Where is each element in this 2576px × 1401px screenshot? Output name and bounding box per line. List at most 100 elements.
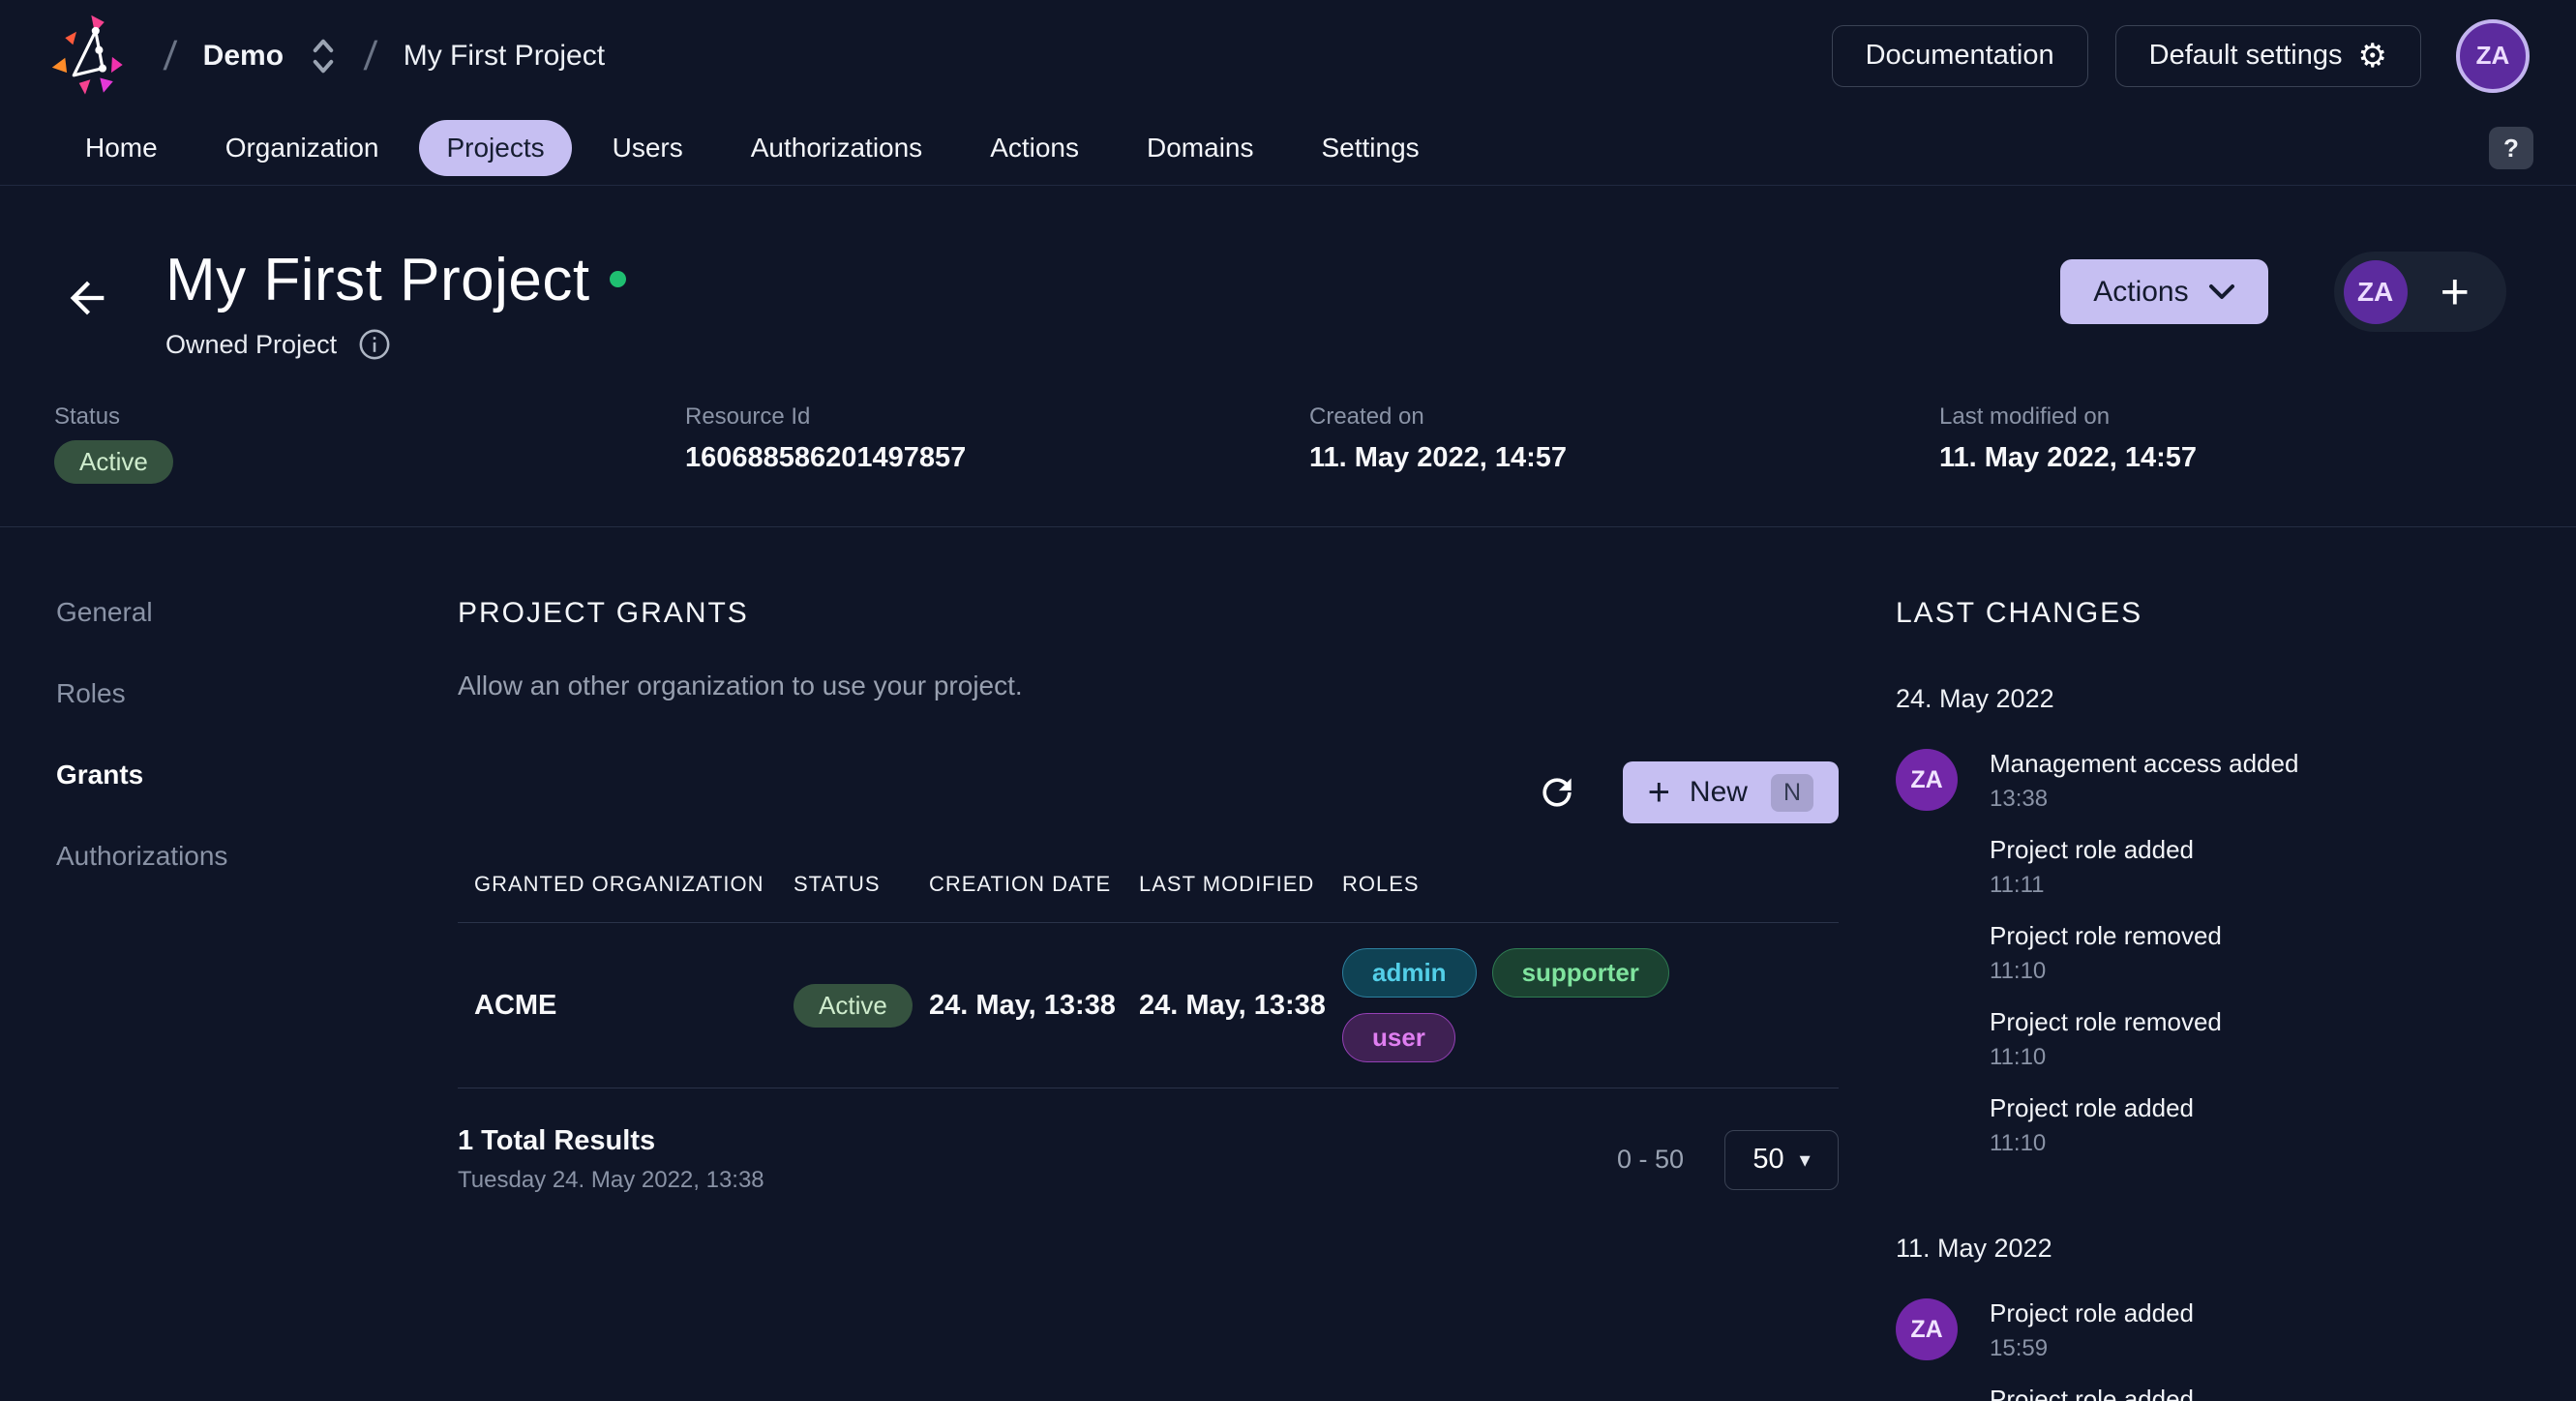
meta-value: 11. May 2022, 14:57 xyxy=(1939,442,2197,474)
title-block: My First Project Owned Project xyxy=(165,246,626,361)
change-author-avatar[interactable]: ZA xyxy=(1896,1298,1958,1360)
change-event-title: Project role added xyxy=(1990,835,2298,865)
meta-row: Status Active Resource Id 16068858620149… xyxy=(0,361,2576,484)
sidebar-item-grants[interactable]: Grants xyxy=(56,760,458,790)
change-event[interactable]: Management access added 13:38 xyxy=(1990,749,2298,813)
tab-domains[interactable]: Domains xyxy=(1120,120,1280,176)
change-event-time: 13:38 xyxy=(1990,786,2298,813)
meta-field-last-modified: Last modified on 11. May 2022, 14:57 xyxy=(1939,403,2197,484)
total-results-timestamp: Tuesday 24. May 2022, 13:38 xyxy=(458,1167,764,1194)
tab-organization[interactable]: Organization xyxy=(198,120,406,176)
plus-icon: + xyxy=(1648,773,1670,812)
change-event-title: Project role removed xyxy=(1990,921,2298,951)
breadcrumb-project[interactable]: My First Project xyxy=(404,40,605,73)
info-icon[interactable] xyxy=(358,328,391,361)
column-header-status: STATUS xyxy=(794,872,929,897)
change-event[interactable]: Project role removed 11:10 xyxy=(1990,1007,2298,1071)
grants-title: PROJECT GRANTS xyxy=(458,597,1839,630)
contributor-avatar[interactable]: ZA xyxy=(2344,260,2408,324)
totals-block: 1 Total Results Tuesday 24. May 2022, 13… xyxy=(458,1125,764,1194)
changes-group: 24. May 2022 ZA Management access added … xyxy=(1896,684,2537,1179)
grants-table-header: GRANTED ORGANIZATION STATUS CREATION DAT… xyxy=(458,872,1839,923)
column-header-creation-date: CREATION DATE xyxy=(929,872,1139,897)
sidebar-item-roles[interactable]: Roles xyxy=(56,678,458,709)
grants-description: Allow an other organization to use your … xyxy=(458,671,1839,701)
change-event-time: 11:10 xyxy=(1990,1130,2298,1157)
page-size-select[interactable]: 50 ▾ xyxy=(1724,1130,1839,1190)
changes-event-list: Project role added 15:59 Project role ad… xyxy=(1990,1298,2194,1401)
help-button[interactable]: ? xyxy=(2489,127,2533,169)
column-header-roles: ROLES xyxy=(1342,872,1839,897)
change-event-time: 11:10 xyxy=(1990,1044,2298,1071)
role-chip-admin: admin xyxy=(1342,948,1477,998)
column-header-granted-organization: GRANTED ORGANIZATION xyxy=(474,872,794,897)
meta-label: Last modified on xyxy=(1939,403,2197,431)
status-badge: Active xyxy=(794,984,913,1028)
avatar-initials: ZA xyxy=(2357,277,2393,308)
role-chip-supporter: supporter xyxy=(1492,948,1669,998)
role-chip-user: user xyxy=(1342,1013,1455,1062)
org-switcher-unfold-icon[interactable] xyxy=(309,37,338,75)
new-label: New xyxy=(1690,776,1748,809)
page-header: My First Project Owned Project Actions Z… xyxy=(0,186,2576,361)
change-event[interactable]: Project role added 11:10 xyxy=(1990,1093,2298,1157)
grant-table-row[interactable]: ACME Active 24. May, 13:38 24. May, 13:3… xyxy=(458,923,1839,1088)
add-contributor-button[interactable]: + xyxy=(2441,267,2470,317)
avatar-initials: ZA xyxy=(1910,766,1942,794)
help-icon: ? xyxy=(2503,134,2519,164)
change-event-title: Project role added xyxy=(1990,1298,2194,1328)
actions-label: Actions xyxy=(2093,276,2188,309)
avatar-initials: ZA xyxy=(1910,1316,1942,1344)
change-event[interactable]: Project role added 15:59 xyxy=(1990,1298,2194,1362)
table-footer: 1 Total Results Tuesday 24. May 2022, 13… xyxy=(458,1125,1839,1194)
last-changes-panel: LAST CHANGES 24. May 2022 ZA Management … xyxy=(1839,597,2576,1401)
contributors-pill: ZA + xyxy=(2334,252,2506,332)
last-changes-title: LAST CHANGES xyxy=(1896,597,2537,630)
breadcrumb-separator: / xyxy=(363,33,379,79)
meta-value: 160688586201497857 xyxy=(685,442,1309,474)
tab-actions[interactable]: Actions xyxy=(963,120,1106,176)
cell-last-modified: 24. May, 13:38 xyxy=(1139,990,1342,1022)
change-author-avatar[interactable]: ZA xyxy=(1896,749,1958,811)
user-avatar[interactable]: ZA xyxy=(2456,19,2530,93)
breadcrumb-org[interactable]: Demo xyxy=(203,40,284,73)
meta-field-status: Status Active xyxy=(54,403,685,484)
keyboard-shortcut-badge: N xyxy=(1771,774,1813,812)
tab-home[interactable]: Home xyxy=(58,120,185,176)
sidebar-item-authorizations[interactable]: Authorizations xyxy=(56,841,458,872)
tab-authorizations[interactable]: Authorizations xyxy=(724,120,949,176)
change-event[interactable]: Project role added 15:59 xyxy=(1990,1385,2194,1401)
avatar-initials: ZA xyxy=(2476,41,2510,71)
meta-field-created-on: Created on 11. May 2022, 14:57 xyxy=(1309,403,1939,484)
refresh-icon[interactable] xyxy=(1536,771,1578,814)
caret-down-icon: ▾ xyxy=(1800,1148,1811,1173)
tab-projects[interactable]: Projects xyxy=(419,120,571,176)
tab-settings[interactable]: Settings xyxy=(1295,120,1447,176)
tab-users[interactable]: Users xyxy=(585,120,710,176)
sidebar-item-general[interactable]: General xyxy=(56,597,458,628)
meta-field-resource-id: Resource Id 160688586201497857 xyxy=(685,403,1309,484)
zitadel-logo-icon[interactable] xyxy=(50,13,137,100)
default-settings-button[interactable]: Default settings ⚙ xyxy=(2115,25,2421,87)
section-sidebar: General Roles Grants Authorizations xyxy=(0,597,458,1401)
changes-avatar-column: ZA xyxy=(1896,749,1990,1179)
change-event[interactable]: Project role removed 11:10 xyxy=(1990,921,2298,985)
column-header-last-modified: LAST MODIFIED xyxy=(1139,872,1342,897)
documentation-button[interactable]: Documentation xyxy=(1832,25,2088,87)
page-title: My First Project xyxy=(165,246,590,314)
changes-event-list: Management access added 13:38 Project ro… xyxy=(1990,749,2298,1179)
change-event-title: Project role removed xyxy=(1990,1007,2298,1037)
back-arrow-icon[interactable] xyxy=(62,273,112,323)
change-event-time: 11:11 xyxy=(1990,872,2298,899)
breadcrumb-separator: / xyxy=(162,33,178,79)
pagination-range: 0 - 50 xyxy=(1617,1145,1684,1175)
actions-menu-button[interactable]: Actions xyxy=(2060,259,2267,324)
changes-group: 11. May 2022 ZA Project role added 15:59 xyxy=(1896,1234,2537,1401)
page-subtitle: Owned Project xyxy=(165,330,337,360)
page-size-value: 50 xyxy=(1752,1144,1783,1176)
new-grant-button[interactable]: + New N xyxy=(1623,761,1839,823)
content-area: General Roles Grants Authorizations PROJ… xyxy=(0,527,2576,1401)
change-event[interactable]: Project role added 11:11 xyxy=(1990,835,2298,899)
grants-toolbar: + New N xyxy=(458,761,1839,823)
change-event-title: Project role added xyxy=(1990,1385,2194,1401)
